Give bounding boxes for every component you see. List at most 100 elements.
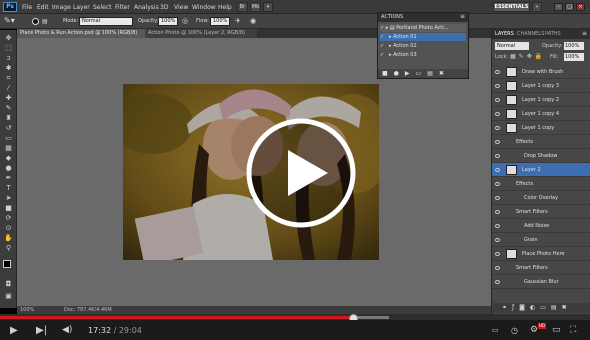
mini-bridge-icon[interactable]: Mb bbox=[250, 2, 261, 12]
close-icon[interactable]: × bbox=[576, 3, 585, 11]
panel-menu-icon[interactable]: ≡ bbox=[582, 30, 587, 37]
checkbox-icon[interactable]: ✓ ▸ bbox=[380, 43, 393, 49]
tab-action-photo[interactable]: Action Photo @ 100% (Layer 2, RGB/8) bbox=[145, 29, 257, 38]
pen-tool-icon[interactable]: ✒ bbox=[3, 174, 14, 182]
panel-menu-icon[interactable]: ≡ bbox=[460, 13, 465, 20]
history-brush-tool-icon[interactable]: ↺ bbox=[3, 124, 14, 132]
play-action-icon[interactable]: ▶ bbox=[405, 70, 416, 77]
layer-row[interactable]: Gaussian Blur bbox=[492, 275, 590, 289]
delete-icon[interactable]: ✖ bbox=[439, 70, 450, 77]
blend-mode-select[interactable]: Normal bbox=[495, 42, 529, 50]
tab-layers[interactable]: LAYERS bbox=[495, 31, 514, 37]
tab-paths[interactable]: PATHS bbox=[545, 31, 561, 37]
flow-input[interactable]: 100% bbox=[210, 17, 230, 26]
menu-filter[interactable]: Filter bbox=[115, 3, 130, 12]
shape-tool-icon[interactable]: ■ bbox=[3, 204, 14, 212]
theater-mode-icon[interactable]: ▭ bbox=[552, 325, 561, 336]
menu-edit[interactable]: Edit bbox=[37, 3, 49, 12]
workspace-chevron-icon[interactable]: » bbox=[532, 2, 542, 12]
layer-row[interactable]: Layer 1 copy 3 bbox=[492, 79, 590, 93]
layer-row[interactable]: Smart Filters bbox=[492, 261, 590, 275]
menu-layer[interactable]: Layer bbox=[73, 3, 90, 12]
layer-row[interactable]: Layer 2 bbox=[492, 163, 590, 177]
captions-icon[interactable]: ▭ bbox=[492, 325, 499, 336]
new-set-icon[interactable]: ▭ bbox=[416, 70, 428, 77]
zoom-level[interactable]: 100% bbox=[20, 306, 34, 314]
tab-channels[interactable]: CHANNELS bbox=[517, 31, 544, 37]
visibility-eye-icon[interactable] bbox=[495, 112, 500, 116]
visibility-eye-icon[interactable] bbox=[495, 224, 500, 228]
new-layer-icon[interactable]: ▤ bbox=[551, 304, 562, 311]
trash-icon[interactable]: ✖ bbox=[562, 304, 572, 311]
action-row-01[interactable]: ✓ ▸ Action 01 bbox=[380, 33, 466, 41]
visibility-eye-icon[interactable] bbox=[495, 98, 500, 102]
action-row-03[interactable]: ✓ ▸ Action 03 bbox=[380, 51, 466, 59]
visibility-eye-icon[interactable] bbox=[495, 126, 500, 130]
opacity-input[interactable]: 100% bbox=[158, 17, 178, 26]
brush-preset-icon[interactable] bbox=[32, 18, 39, 25]
bridge-icon[interactable]: Br bbox=[237, 2, 248, 12]
new-action-icon[interactable]: ▤ bbox=[427, 70, 439, 77]
eyedropper-tool-icon[interactable]: ⁄ bbox=[3, 84, 14, 92]
fullscreen-icon[interactable]: ⛶ bbox=[570, 325, 576, 336]
adjustment-icon[interactable]: ◐ bbox=[530, 304, 540, 311]
layer-row[interactable]: Place Photo Here bbox=[492, 247, 590, 261]
mask-icon[interactable]: ◙ bbox=[519, 304, 530, 311]
play-pause-icon[interactable]: ▶ bbox=[10, 325, 18, 336]
zoom-tool-icon[interactable]: ⚲ bbox=[3, 244, 14, 252]
crop-tool-icon[interactable]: ⌗ bbox=[3, 74, 14, 82]
visibility-eye-icon[interactable] bbox=[495, 70, 500, 74]
checkbox-icon[interactable]: ✓ ▸ ▤ bbox=[380, 25, 396, 31]
menu-help[interactable]: Help bbox=[218, 3, 232, 12]
watch-later-icon[interactable]: ◷ bbox=[511, 325, 518, 336]
menu-3d[interactable]: 3D bbox=[160, 3, 168, 12]
layer-row[interactable]: Effects bbox=[492, 135, 590, 149]
foreground-color-swatch[interactable] bbox=[3, 260, 11, 268]
layer-row[interactable]: Draw with Brush bbox=[492, 65, 590, 79]
zoom-menu-icon[interactable]: ▾ bbox=[263, 2, 273, 12]
lock-icons[interactable]: ▦✎✥🔒 bbox=[510, 53, 545, 60]
visibility-eye-icon[interactable] bbox=[495, 252, 500, 256]
checkbox-icon[interactable]: ✓ ▸ bbox=[380, 34, 393, 40]
action-row-02[interactable]: ✓ ▸ Action 02 bbox=[380, 42, 466, 50]
link-icon[interactable]: ⚭ bbox=[502, 304, 512, 311]
3d-rotate-tool-icon[interactable]: ⟳ bbox=[3, 214, 14, 222]
brush-tool-icon[interactable]: ✎▾ bbox=[4, 17, 15, 26]
fill-input[interactable]: 100% bbox=[564, 53, 584, 61]
healing-tool-icon[interactable]: ✚ bbox=[3, 94, 14, 102]
pressure-size-icon[interactable]: ◉ bbox=[250, 17, 256, 26]
pressure-opacity-icon[interactable]: ◎ bbox=[182, 17, 188, 26]
action-set-row[interactable]: ✓ ▸ ▤ Portland Photo Acti... bbox=[380, 24, 466, 32]
visibility-eye-icon[interactable] bbox=[495, 266, 500, 270]
group-icon[interactable]: ▭ bbox=[540, 304, 551, 311]
eraser-tool-icon[interactable]: ▭ bbox=[3, 134, 14, 142]
layer-row[interactable]: Grain bbox=[492, 233, 590, 247]
layer-row[interactable]: Add Noise bbox=[492, 219, 590, 233]
menu-file[interactable]: File bbox=[22, 3, 32, 12]
layers-opacity-input[interactable]: 100% bbox=[564, 42, 584, 50]
minimize-icon[interactable]: – bbox=[554, 3, 563, 11]
video-play-button[interactable] bbox=[246, 118, 356, 228]
move-tool-icon[interactable]: ✥ bbox=[3, 34, 14, 42]
visibility-eye-icon[interactable] bbox=[495, 168, 500, 172]
brush-tool-icon-left[interactable]: ✎ bbox=[3, 104, 14, 112]
menu-select[interactable]: Select bbox=[93, 3, 112, 12]
visibility-eye-icon[interactable] bbox=[495, 140, 500, 144]
visibility-eye-icon[interactable] bbox=[495, 280, 500, 284]
volume-icon[interactable]: ◀) bbox=[62, 325, 72, 336]
essentials-workspace-button[interactable]: ESSENTIALS bbox=[493, 2, 530, 12]
actions-panel-header[interactable]: ACTIONS ≡ bbox=[378, 13, 468, 22]
marquee-tool-icon[interactable]: ⬚ bbox=[3, 44, 14, 52]
tab-place-photo[interactable]: Place Photo & Run Action.psd @ 100% (RGB… bbox=[17, 29, 145, 38]
layer-row[interactable]: Layer 1 copy 2 bbox=[492, 93, 590, 107]
layer-row[interactable]: Drop Shadow bbox=[492, 149, 590, 163]
menu-view[interactable]: View bbox=[174, 3, 188, 12]
layer-row[interactable]: Effects bbox=[492, 177, 590, 191]
next-icon[interactable]: ▶| bbox=[36, 325, 47, 336]
stop-icon[interactable]: ■ bbox=[382, 70, 394, 77]
lasso-tool-icon[interactable]: ↄ bbox=[3, 54, 14, 62]
type-tool-icon[interactable]: T bbox=[3, 184, 14, 192]
record-icon[interactable]: ● bbox=[394, 70, 405, 77]
visibility-eye-icon[interactable] bbox=[495, 210, 500, 214]
settings-gear-icon[interactable]: ⚙ bbox=[530, 325, 538, 336]
